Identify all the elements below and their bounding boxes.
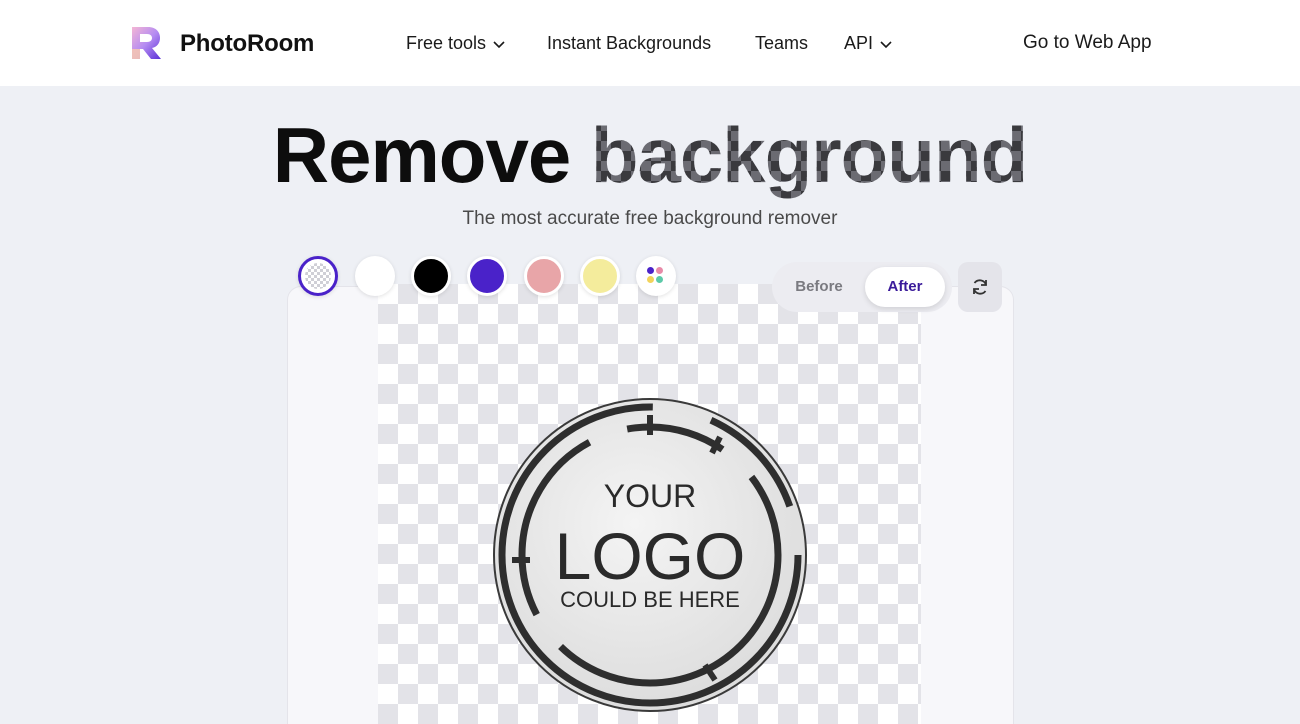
nav-teams-label: Teams bbox=[755, 33, 809, 53]
page-title: Remove background bbox=[0, 111, 1300, 199]
headline-word-remove: Remove bbox=[272, 111, 571, 199]
swatch-more-colors[interactable] bbox=[636, 256, 676, 296]
color-dot-icon bbox=[656, 276, 663, 283]
logo-text-subline: COULD BE HERE bbox=[560, 587, 740, 612]
brand-name[interactable]: PhotoRoom bbox=[180, 30, 314, 58]
nav-teams[interactable]: Teams bbox=[755, 33, 808, 54]
swatch-purple[interactable] bbox=[467, 256, 507, 296]
nav-free-tools-label: Free tools bbox=[406, 33, 487, 53]
nav-instant-backgrounds-label: Instant Backgrounds bbox=[547, 33, 712, 53]
nav-instant-backgrounds[interactable]: Instant Backgrounds bbox=[547, 33, 711, 54]
chevron-down-icon bbox=[493, 40, 505, 48]
top-nav: PhotoRoom Free tools Instant Backgrounds… bbox=[0, 0, 1300, 86]
color-dot-icon bbox=[647, 267, 654, 274]
photoroom-logo-icon[interactable] bbox=[128, 25, 164, 61]
before-button[interactable]: Before bbox=[772, 278, 866, 295]
after-button[interactable]: After bbox=[865, 267, 945, 307]
page-subtitle: The most accurate free background remove… bbox=[462, 208, 838, 229]
color-dot-icon bbox=[647, 276, 654, 283]
go-to-web-app-link[interactable]: Go to Web App bbox=[1023, 32, 1152, 54]
nav-api-label: API bbox=[844, 33, 874, 53]
reset-button[interactable] bbox=[958, 262, 1002, 312]
refresh-icon bbox=[973, 279, 987, 295]
color-dot-icon bbox=[656, 267, 663, 274]
swatch-white[interactable] bbox=[355, 256, 395, 296]
nav-api[interactable]: API bbox=[844, 33, 893, 54]
result-image: YOUR LOGO COULD BE HERE bbox=[493, 398, 807, 712]
logo-text-logo: LOGO bbox=[555, 519, 746, 593]
headline-word-background: background bbox=[590, 111, 1028, 199]
swatch-pink[interactable] bbox=[524, 256, 564, 296]
chevron-down-icon bbox=[880, 40, 892, 48]
logo-text-your: YOUR bbox=[604, 478, 696, 514]
swatch-yellow[interactable] bbox=[580, 256, 620, 296]
transparent-pattern bbox=[305, 263, 331, 289]
nav-free-tools[interactable]: Free tools bbox=[406, 33, 506, 54]
swatch-transparent[interactable] bbox=[298, 256, 338, 296]
swatch-black[interactable] bbox=[411, 256, 451, 296]
